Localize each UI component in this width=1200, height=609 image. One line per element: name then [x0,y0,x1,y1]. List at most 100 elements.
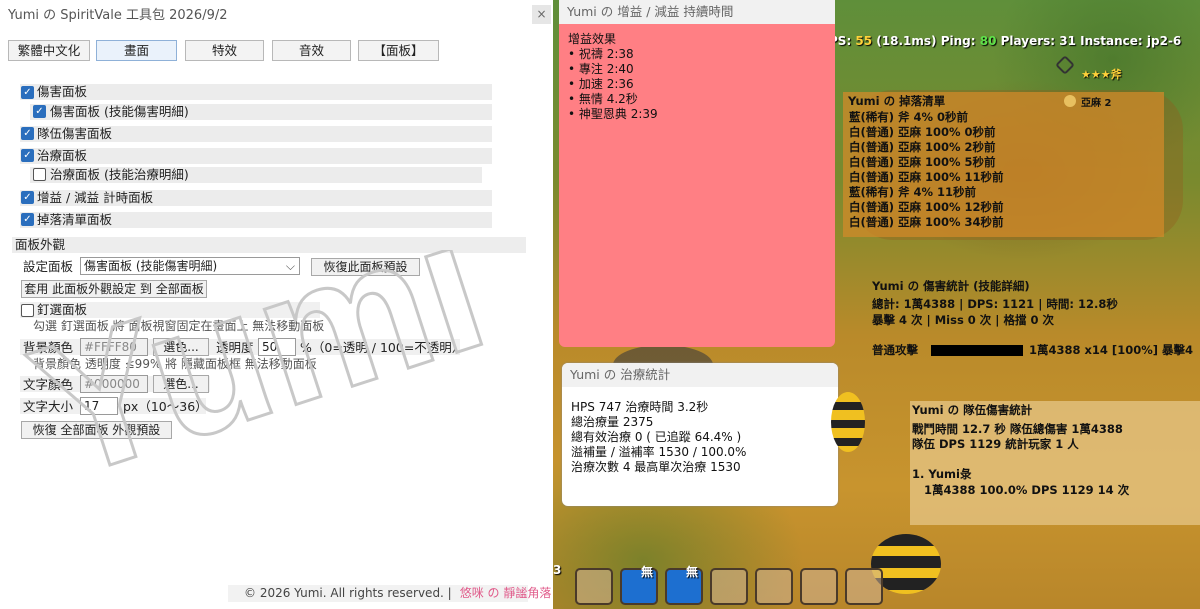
party-line1: 戰鬥時間 12.7 秒 隊伍總傷害 1萬4388 [912,422,1123,436]
opacity-field[interactable]: 50 [258,338,296,356]
row-heal-panel [20,148,492,164]
bg-color-pick-button[interactable]: 選色... [153,338,209,356]
party-member-stats: 1萬4388 100.0% DPS 1129 14 次 [924,483,1130,497]
fps-ms: (18.1ms) [872,34,941,48]
text-color-label: 文字顏色 [23,377,74,392]
loot-list-label: 掉落清單面板 [37,212,113,227]
close-icon[interactable]: × [532,5,551,24]
skill-name: 普通攻擊 [872,343,918,357]
party-member: 1. Yumi彔 [912,467,972,481]
damage-line1: 總計: 1萬4388 | DPS: 1121 | 時間: 12.8秒 [872,297,1118,311]
buff-item: • 專注 2:40 [568,62,634,76]
loot-row: 白(普通) 亞麻 100% 34秒前 [849,215,1004,229]
hotbar-slot-4[interactable] [710,568,748,605]
instance-name: Instance: jp2-6 [1080,34,1182,48]
bg-color-field[interactable]: #FFFF80 [80,338,148,356]
hotbar-slot-7[interactable] [845,568,883,605]
buff-item: • 加速 2:36 [568,77,634,91]
pin-label: 釘選面板 [37,302,88,317]
hud-stats: PS: 55 (18.1ms) Ping: 80 Players: 31 Ins… [829,34,1181,48]
apply-all-button[interactable]: 套用 此面板外觀設定 到 全部面板 [21,280,207,298]
watermark: Yumi [10,250,509,521]
bee-creature [831,392,865,452]
slot-label: 無 [641,565,654,579]
nameplate-stars: ★★★斧 [1081,68,1122,81]
axe-icon [1055,55,1075,75]
hotbar-slot-6[interactable] [800,568,838,605]
heal-detail-label: 治療面板 (技能治療明細) [50,167,189,182]
skill-stats: 1萬4388 x14 [100%] 暴擊4 [1029,343,1193,357]
brand-link[interactable]: 悠咪 の 靜謐角落 [460,586,552,600]
party-header: Yumi の 隊伍傷害統計 [912,403,1033,417]
row-damage-panel [20,84,492,100]
bg-hint: 背景顏色 透明度 ≤99% 將 隱藏面板框 無法移動面板 [33,357,317,371]
opacity-unit: %（0=透明 / 100=不透明） [300,340,465,355]
heal-panel-header[interactable]: Yumi の 治療統計 [562,363,838,387]
loot-row: 藍(稀有) 斧 4% 0秒前 [849,110,969,124]
buff-item: • 無情 4.2秒 [568,92,638,106]
set-panel-select[interactable]: 傷害面板 (技能傷害明細) ⌵ [80,257,300,275]
buff-item: • 神聖恩典 2:39 [568,107,658,121]
tab-panels[interactable]: 【面板】 [358,40,439,61]
checkbox-icon[interactable]: ✓ [21,86,34,99]
loot-row: 白(普通) 亞麻 100% 11秒前 [849,170,1004,184]
damage-header: Yumi の 傷害統計 (技能詳細) [872,279,1030,293]
set-panel-value: 傷害面板 (技能傷害明細) [84,259,218,273]
restore-panel-button[interactable]: 恢復此面板預設 [311,258,420,276]
opacity-label: 透明度 [216,340,254,355]
chevron-down-icon: ⌵ [285,259,295,273]
damage-panel-label: 傷害面板 [37,84,88,99]
loot-row: 藍(稀有) 斧 4% 11秒前 [849,185,977,199]
heal-line: HPS 747 治療時間 3.2秒 [571,400,709,414]
damage-line2: 暴擊 4 次 | Miss 0 次 | 格擋 0 次 [872,313,1055,327]
buff-title: 增益效果 [568,32,617,46]
checkbox-icon[interactable]: ✓ [21,213,34,226]
heal-panel[interactable]: Yumi の 治療統計 HPS 747 治療時間 3.2秒 總治療量 2375 … [562,363,838,506]
checkbox-icon[interactable] [33,168,46,181]
pin-hint: 勾選 釘選面板 將 面板視窗固定在畫面上 無法移動面板 [33,319,325,333]
font-size-unit: px（10～36） [123,399,208,414]
heal-line: 溢補量 / 溢補率 1530 / 100.0% [571,445,747,459]
party-panel[interactable]: Yumi の 隊伍傷害統計 戰鬥時間 12.7 秒 隊伍總傷害 1萬4388 隊… [910,401,1200,525]
loot-row: 白(普通) 亞麻 100% 5秒前 [849,155,996,169]
loot-row: 白(普通) 亞麻 100% 0秒前 [849,125,996,139]
buff-panel-header[interactable]: Yumi の 增益 / 減益 持續時間 [559,0,835,24]
tab-display[interactable]: 畫面 [96,40,177,61]
flax-icon [1064,95,1076,107]
skill-bar-track [931,345,1023,356]
slot-label: 無 [686,565,699,579]
checkbox-icon[interactable]: ✓ [21,127,34,140]
checkbox-icon[interactable]: ✓ [21,149,34,162]
footer: © 2026 Yumi. All rights reserved. | 悠咪 の … [228,585,551,602]
loot-panel[interactable]: Yumi の 掉落清單 亞麻 2 藍(稀有) 斧 4% 0秒前 白(普通) 亞麻… [843,92,1164,237]
tab-sound[interactable]: 音效 [272,40,351,61]
bg-color-label: 背景顏色 [23,340,74,355]
game-view: PS: 55 (18.1ms) Ping: 80 Players: 31 Ins… [553,0,1200,609]
tool-window: Yumi の SpiritVale 工具包 2026/9/2 × 繁體中文化 畫… [0,0,553,609]
checkbox-icon[interactable]: ✓ [33,105,46,118]
party-line2: 隊伍 DPS 1129 統計玩家 1 人 [912,437,1079,451]
buff-panel[interactable]: Yumi の 增益 / 減益 持續時間 增益效果 • 祝禱 2:38 • 專注 … [559,0,835,347]
checkbox-icon[interactable] [21,304,34,317]
hotbar-slot-5[interactable] [755,568,793,605]
loot-row: 白(普通) 亞麻 100% 2秒前 [849,140,996,154]
damage-panel[interactable]: Yumi の 傷害統計 (技能詳細) 總計: 1萬4388 | DPS: 112… [869,277,1200,367]
font-size-field[interactable]: 17 [80,397,118,415]
loot-row: 白(普通) 亞麻 100% 12秒前 [849,200,1004,214]
buff-timer-label: 增益 / 減益 計時面板 [37,190,154,205]
heal-line: 總有效治療 0 ( 已追蹤 64.4% ) [571,430,742,444]
tab-effects[interactable]: 特效 [185,40,264,61]
hotbar-slot-1[interactable] [575,568,613,605]
party-damage-label: 隊伍傷害面板 [37,126,113,141]
text-color-field[interactable]: #000000 [80,375,148,393]
checkbox-icon[interactable]: ✓ [21,191,34,204]
tab-localization[interactable]: 繁體中文化 [8,40,90,61]
text-color-pick-button[interactable]: 選色... [153,375,209,393]
heal-line: 總治療量 2375 [571,415,654,429]
heal-line: 治療次數 4 最高單次治療 1530 [571,460,741,474]
heal-panel-label: 治療面板 [37,148,88,163]
loot-header: Yumi の 掉落清單 [848,94,946,108]
font-size-label: 文字大小 [23,399,74,414]
copyright-text: © 2026 Yumi. All rights reserved. | [244,586,452,600]
restore-all-button[interactable]: 恢復 全部面板 外觀預設 [21,421,172,439]
